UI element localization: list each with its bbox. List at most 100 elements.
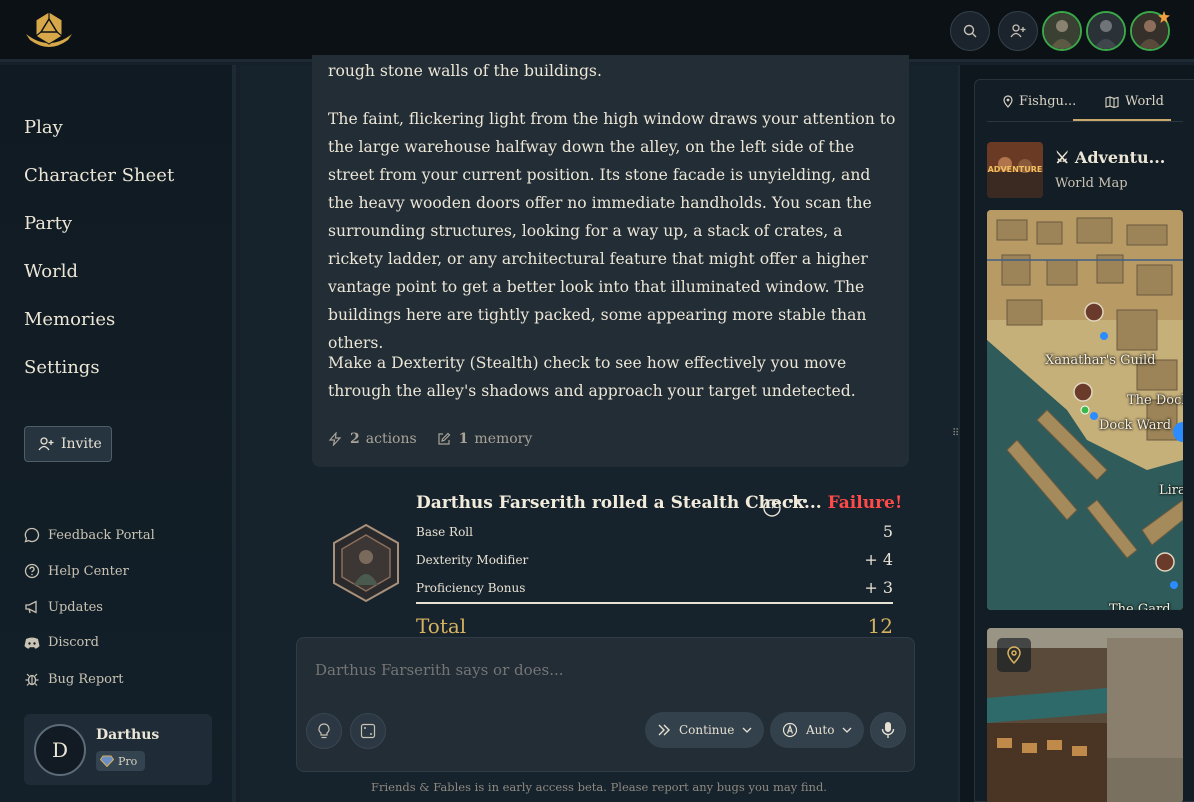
nav-settings[interactable]: Settings — [24, 357, 100, 378]
thumb-text: ADVENTURE — [988, 165, 1043, 174]
microphone-button[interactable] — [870, 712, 906, 748]
adventure-cover-icon: ADVENTURE — [987, 142, 1043, 198]
character-portrait-icon — [1044, 13, 1080, 49]
help-circle-icon — [24, 563, 40, 579]
double-chevron-right-icon — [658, 724, 670, 736]
link-bug-report[interactable]: Bug Report — [24, 671, 123, 687]
auto-label: Auto — [806, 723, 835, 737]
roll-total: Total 12 — [416, 614, 893, 638]
tier-label: Pro — [118, 754, 138, 768]
search-icon — [963, 24, 977, 38]
active-tab-indicator — [1073, 119, 1171, 121]
link-label: Bug Report — [48, 671, 124, 687]
story-paragraph: rough stone walls of the buildings. — [328, 62, 602, 80]
lightbulb-icon — [318, 723, 330, 739]
tab-label: World — [1125, 94, 1164, 109]
message-composer: Continue Auto — [296, 637, 915, 772]
location-pin-badge — [997, 638, 1031, 672]
map-label: Xanathar's Guild — [1045, 353, 1156, 368]
auto-dropdown[interactable]: Auto — [770, 712, 865, 748]
microphone-icon — [881, 722, 895, 738]
roll-row: Proficiency Bonus + 3 — [416, 578, 893, 597]
more-options-icon[interactable] — [788, 497, 808, 505]
map-pin-icon — [1007, 646, 1021, 664]
roll-row-label: Proficiency Bonus — [416, 581, 526, 595]
party-member-avatar[interactable] — [1042, 11, 1082, 51]
lightning-icon — [328, 432, 342, 446]
tab-world[interactable]: World — [1105, 94, 1164, 109]
user-plus-icon — [38, 437, 54, 451]
tab-location[interactable]: Fishgu... — [1003, 94, 1076, 109]
roll-row: Dexterity Modifier + 4 — [416, 550, 893, 569]
edit-note-icon — [438, 432, 451, 445]
nav-play[interactable]: Play — [24, 117, 63, 138]
megaphone-icon — [25, 600, 37, 614]
story-meta: 2 actions 1 memory — [328, 431, 532, 447]
continue-dropdown[interactable]: Continue — [645, 712, 765, 748]
link-feedback-portal[interactable]: Feedback Portal — [24, 527, 155, 543]
dice-icon — [360, 723, 376, 739]
actions-label[interactable]: actions — [366, 431, 417, 447]
tab-label: Fishgu... — [1019, 94, 1077, 109]
world-map[interactable]: Xanathar's Guild The Dock Dock Ward Lira… — [987, 210, 1183, 610]
link-help-center[interactable]: Help Center — [24, 563, 129, 579]
link-updates[interactable]: Updates — [24, 599, 103, 615]
sidebar: Play Character Sheet Party World Memorie… — [0, 65, 236, 802]
divider — [987, 121, 1183, 122]
nav-memories[interactable]: Memories — [24, 309, 115, 330]
user-card[interactable]: D Darthus Pro — [24, 714, 212, 785]
total-value: 12 — [867, 614, 893, 638]
story-paragraph: The faint, flickering light from the hig… — [328, 110, 896, 352]
adventure-title[interactable]: ⚔ Adventu... — [1055, 148, 1180, 167]
user-plus-icon — [1010, 24, 1026, 38]
suggestion-button[interactable] — [306, 713, 342, 749]
right-panel: Fishgu... World ADVENTURE ⚔ Adventu... W… — [958, 65, 1194, 802]
memory-label[interactable]: memory — [474, 431, 532, 447]
roll-row: Base Roll 5 — [416, 522, 893, 541]
pro-badge: Pro — [96, 751, 146, 771]
nav-character-sheet[interactable]: Character Sheet — [24, 165, 174, 186]
action-input[interactable] — [315, 661, 895, 679]
d20-logo[interactable] — [22, 10, 76, 50]
link-discord[interactable]: Discord — [24, 635, 99, 650]
roll-row-label: Base Roll — [416, 525, 473, 539]
invite-button[interactable]: Invite — [24, 426, 112, 462]
continue-label: Continue — [679, 723, 735, 737]
roll-row-label: Dexterity Modifier — [416, 553, 529, 567]
map-label: The Gard... — [1109, 602, 1183, 610]
adventure-subtitle: World Map — [1055, 176, 1128, 191]
adventure-thumbnail[interactable]: ADVENTURE — [987, 142, 1043, 198]
actions-count[interactable]: 2 — [350, 431, 360, 447]
dice-roll-result: Darthus Farserith rolled a Stealth Check… — [326, 489, 902, 639]
story-message: rough stone walls of the buildings. The … — [312, 55, 909, 467]
link-label: Feedback Portal — [48, 527, 155, 543]
bug-icon — [25, 673, 39, 686]
user-name: Darthus — [96, 727, 160, 743]
top-bar — [0, 0, 1194, 62]
link-label: Discord — [48, 635, 99, 650]
chat-bubble-icon — [24, 527, 40, 543]
auto-mode-icon — [782, 722, 798, 738]
search-button[interactable] — [950, 11, 990, 51]
memory-count[interactable]: 1 — [459, 431, 469, 447]
location-scene-image[interactable] — [987, 628, 1183, 802]
city-map-icon — [987, 210, 1183, 610]
party-member-avatar[interactable] — [1086, 11, 1126, 51]
add-friend-button[interactable] — [998, 11, 1038, 51]
world-panel: Fishgu... World ADVENTURE ⚔ Adventu... W… — [974, 79, 1194, 802]
total-label: Total — [416, 614, 467, 638]
map-label: The Dock — [1127, 393, 1183, 408]
chevron-down-icon — [742, 727, 752, 733]
roll-description: Darthus Farserith rolled a Stealth Check… — [416, 493, 822, 513]
story-paragraph: Make a Dexterity (Stealth) check to see … — [328, 354, 856, 400]
dice-button[interactable] — [350, 713, 386, 749]
gauge-icon[interactable] — [762, 498, 782, 518]
nav-world[interactable]: World — [24, 261, 78, 282]
roll-row-value: 5 — [882, 522, 893, 541]
invite-label: Invite — [61, 436, 102, 452]
roll-title: Darthus Farserith rolled a Stealth Check… — [416, 493, 902, 513]
roll-row-value: + 3 — [864, 578, 893, 597]
map-icon — [1105, 95, 1119, 108]
nav-party[interactable]: Party — [24, 213, 72, 234]
character-portrait-icon — [1088, 13, 1124, 49]
